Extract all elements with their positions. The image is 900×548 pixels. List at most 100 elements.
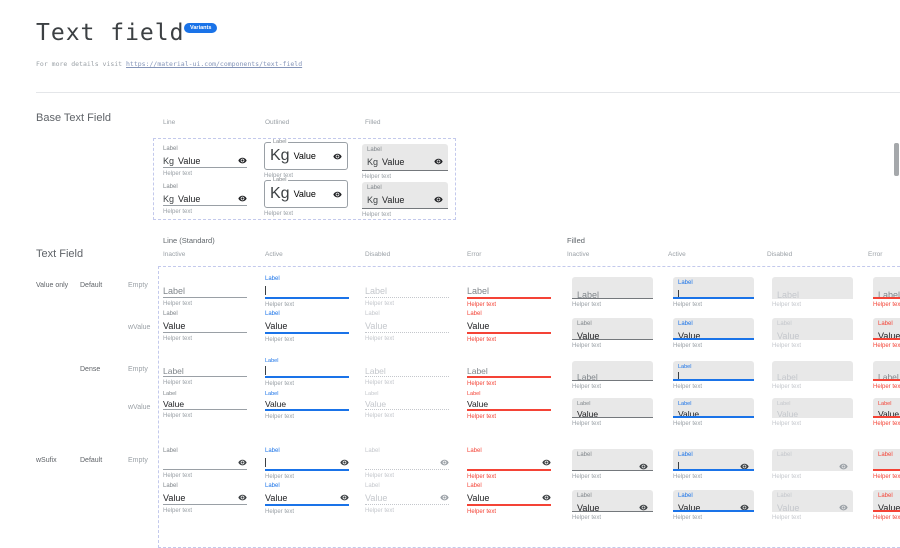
text-field-line-inactive[interactable]: Label Helper text	[163, 448, 247, 479]
visibility-eye-icon[interactable]	[740, 462, 749, 471]
field-input-row[interactable]: KgValue	[367, 193, 443, 206]
text-field-line-active[interactable]: Label Helper text	[265, 358, 349, 387]
base-field-line[interactable]: Label KgValue Helper text	[163, 146, 247, 177]
text-field-line-error[interactable]: Label Helper text	[467, 358, 551, 387]
text-field-filled-disabled[interactable]: Label Value Helper text	[772, 318, 853, 349]
field-input-row[interactable]: Value	[365, 398, 449, 409]
field-filled-box[interactable]: Label Value	[873, 318, 900, 340]
text-field-filled-error[interactable]: Label Helper text	[873, 361, 900, 390]
base-field-outlined[interactable]: Label KgValue Helper text	[264, 142, 348, 179]
scrollbar-thumb[interactable]	[894, 143, 899, 176]
text-field-line-error[interactable]: Label Value Helper text	[467, 391, 551, 420]
field-input-row[interactable]: Value	[577, 329, 648, 340]
text-field-line-inactive[interactable]: Label Helper text	[163, 358, 247, 386]
field-input-row[interactable]	[678, 460, 749, 471]
field-filled-box[interactable]: Label	[772, 449, 853, 471]
base-field-line[interactable]: Label KgValue Helper text	[163, 184, 247, 215]
field-input-row[interactable]	[265, 456, 349, 469]
visibility-eye-icon[interactable]	[238, 194, 247, 203]
text-field-line-disabled[interactable]: Label Helper text	[365, 448, 449, 479]
field-input-row[interactable]	[365, 456, 449, 469]
field-filled-box[interactable]: Label	[673, 361, 754, 381]
text-field-line-error[interactable]: Label Value Helper text	[467, 483, 551, 515]
text-field-filled-inactive[interactable]: Label Helper text	[572, 277, 653, 308]
text-field-filled-active[interactable]: Label Value Helper text	[673, 318, 754, 349]
text-field-line-inactive[interactable]: Label Value Helper text	[163, 311, 247, 342]
text-field-filled-error[interactable]: Label Helper text	[873, 277, 900, 308]
text-field-line-inactive[interactable]: Label Value Helper text	[163, 391, 247, 419]
text-field-filled-disabled[interactable]: Label Helper text	[772, 449, 853, 480]
text-field-filled-active[interactable]: Label Helper text	[673, 277, 754, 308]
field-input-row[interactable]: Label	[467, 365, 551, 376]
text-field-line-inactive[interactable]: Label Value Helper text	[163, 483, 247, 514]
visibility-eye-icon[interactable]	[333, 190, 342, 199]
text-field-line-disabled[interactable]: Label Value Helper text	[365, 311, 449, 342]
text-field-filled-error[interactable]: Label Helper text	[873, 449, 900, 480]
text-field-line-active[interactable]: Label Value Helper text	[265, 391, 349, 420]
field-filled-box[interactable]: Label Value	[772, 318, 853, 340]
field-input-row[interactable]: Value	[678, 408, 749, 418]
text-field-line-disabled[interactable]: Label Value Helper text	[365, 483, 449, 514]
field-input-row[interactable]: Value	[678, 329, 749, 340]
visibility-eye-icon[interactable]	[440, 493, 449, 502]
text-field-line-active[interactable]: Label Value Helper text	[265, 483, 349, 515]
field-input-row[interactable]: Value	[163, 398, 247, 409]
text-field-filled-error[interactable]: Label Value Helper text	[873, 318, 900, 349]
visibility-eye-icon[interactable]	[434, 195, 443, 204]
text-field-filled-inactive[interactable]: Label Helper text	[572, 361, 653, 390]
field-outline-box[interactable]: Label KgValue	[264, 180, 348, 208]
text-field-filled-active[interactable]: Label Value Helper text	[673, 490, 754, 521]
base-field-outlined[interactable]: Label KgValue Helper text	[264, 180, 348, 217]
field-input-row[interactable]: Value	[163, 491, 247, 504]
field-input-row[interactable]	[265, 365, 349, 376]
field-filled-box[interactable]: Label	[572, 361, 653, 381]
text-field-filled-disabled[interactable]: Label Helper text	[772, 277, 853, 308]
visibility-eye-icon[interactable]	[740, 503, 749, 512]
text-field-line-active[interactable]: Label Helper text	[265, 448, 349, 480]
field-input-row[interactable]: Label	[577, 371, 648, 381]
field-input-row[interactable]	[467, 456, 551, 469]
text-field-filled-inactive[interactable]: Label Value Helper text	[572, 318, 653, 349]
field-input-row[interactable]: Value	[878, 408, 900, 418]
field-input-row[interactable]: Value	[265, 491, 349, 504]
text-field-line-disabled[interactable]: Label Helper text	[365, 276, 449, 307]
field-input-row[interactable]	[265, 284, 349, 297]
visibility-eye-icon[interactable]	[639, 503, 648, 512]
field-input-row[interactable]: Label	[365, 365, 449, 376]
field-input-row[interactable]: Label	[163, 284, 247, 297]
field-input-row[interactable]: Value	[777, 408, 848, 418]
field-input-row[interactable]: KgValue	[163, 154, 247, 167]
field-input-row[interactable]: Value	[577, 501, 648, 512]
field-input-row[interactable]: Value	[678, 501, 749, 512]
text-field-filled-disabled[interactable]: Label Value Helper text	[772, 398, 853, 427]
visibility-eye-icon[interactable]	[639, 462, 648, 471]
base-field-filled[interactable]: Label KgValue Helper text	[362, 182, 448, 218]
visibility-eye-icon[interactable]	[542, 458, 551, 467]
field-filled-box[interactable]: Label	[772, 277, 853, 299]
field-outline-box[interactable]: Label KgValue	[264, 142, 348, 170]
field-filled-box[interactable]: Label	[772, 361, 853, 381]
visibility-eye-icon[interactable]	[333, 152, 342, 161]
field-filled-box[interactable]: Label Value	[772, 490, 853, 512]
field-filled-box[interactable]: Label KgValue	[362, 144, 448, 171]
field-input-row[interactable]: Value	[265, 319, 349, 332]
field-filled-box[interactable]: Label Value	[572, 398, 653, 418]
visibility-eye-icon[interactable]	[238, 493, 247, 502]
field-input-row[interactable]	[678, 288, 749, 299]
visibility-eye-icon[interactable]	[340, 458, 349, 467]
text-field-filled-inactive[interactable]: Label Value Helper text	[572, 490, 653, 521]
field-input-row[interactable]: Label	[777, 288, 848, 299]
visibility-eye-icon[interactable]	[839, 462, 848, 471]
field-input-row[interactable]	[577, 460, 648, 471]
field-input-row[interactable]: Label	[577, 288, 648, 299]
text-field-line-inactive[interactable]: Label Helper text	[163, 276, 247, 307]
field-input-row[interactable]: Value	[467, 319, 551, 332]
visibility-eye-icon[interactable]	[238, 156, 247, 165]
visibility-eye-icon[interactable]	[340, 493, 349, 502]
field-filled-box[interactable]: Label Value	[873, 490, 900, 512]
field-input-row[interactable]: Value	[365, 319, 449, 332]
text-field-filled-active[interactable]: Label Helper text	[673, 449, 754, 480]
field-filled-box[interactable]: Label Value	[772, 398, 853, 418]
text-field-line-disabled[interactable]: Label Helper text	[365, 358, 449, 386]
text-field-filled-disabled[interactable]: Label Helper text	[772, 361, 853, 390]
